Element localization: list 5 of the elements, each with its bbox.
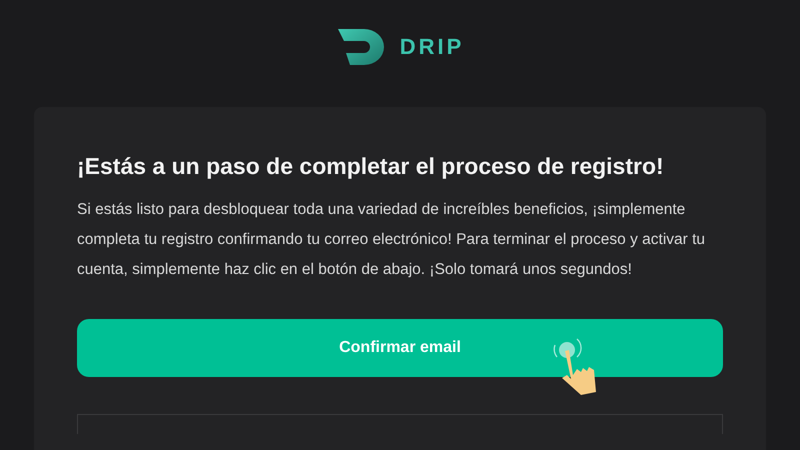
logo-icon — [336, 26, 386, 66]
card-title: ¡Estás a un paso de completar el proceso de registro! — [77, 152, 665, 181]
confirm-email-button[interactable]: Confirmar email — [77, 319, 723, 377]
logo-text: DRIP — [400, 33, 464, 61]
card-body: Si estás listo para desbloquear toda una variedad de increíbles beneficios, ¡simplemente completa tu registro confirmando tu correo electrónico! Para terminar el proceso y activar tu cuenta, simplemente haz clic en el botón de abajo. ¡Solo tomará unos segundos! — [77, 200, 706, 280]
